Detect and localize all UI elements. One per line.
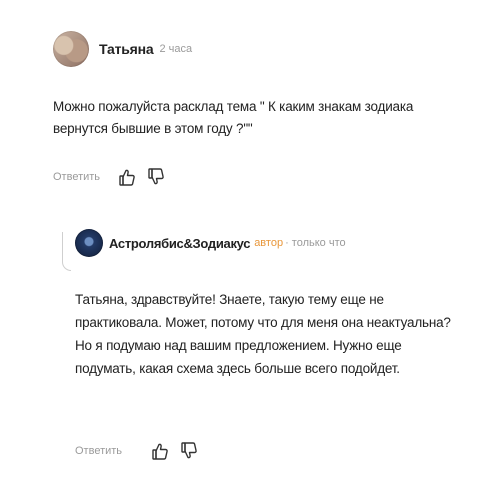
- reply-header: Астролябис&Зодиакус автор · только что: [75, 226, 346, 260]
- thread-connector: [62, 232, 71, 271]
- like-button[interactable]: [119, 168, 135, 186]
- reply-text: Татьяна, здравствуйте! Знаете, такую тем…: [75, 292, 451, 376]
- comment-actions: Ответить: [53, 164, 473, 190]
- avatar[interactable]: [53, 31, 89, 67]
- reply-button[interactable]: Ответить: [53, 171, 100, 183]
- thumbs-down-icon: [181, 442, 197, 459]
- comment: Татьяна 2 часа Можно пожалуйста расклад …: [53, 31, 473, 190]
- like-button[interactable]: [152, 442, 168, 460]
- author-name[interactable]: Астролябис&Зодиакус: [109, 236, 250, 251]
- dislike-button[interactable]: [148, 168, 164, 186]
- reply-button[interactable]: Ответить: [75, 445, 122, 457]
- thumbs-up-icon: [119, 169, 135, 186]
- reply-time: · только что: [285, 237, 346, 249]
- author-badge: автор: [254, 237, 284, 249]
- comment-time: 2 часа: [159, 43, 193, 55]
- reply-actions: Ответить: [75, 438, 197, 464]
- dislike-button[interactable]: [181, 442, 197, 460]
- comment-header: Татьяна 2 часа: [53, 31, 473, 67]
- comment-text: Можно пожалуйста расклад тема " К каким …: [53, 99, 414, 136]
- author-name[interactable]: Татьяна: [99, 41, 154, 57]
- avatar[interactable]: [75, 229, 103, 257]
- thumbs-up-icon: [152, 443, 168, 460]
- thumbs-down-icon: [148, 168, 164, 185]
